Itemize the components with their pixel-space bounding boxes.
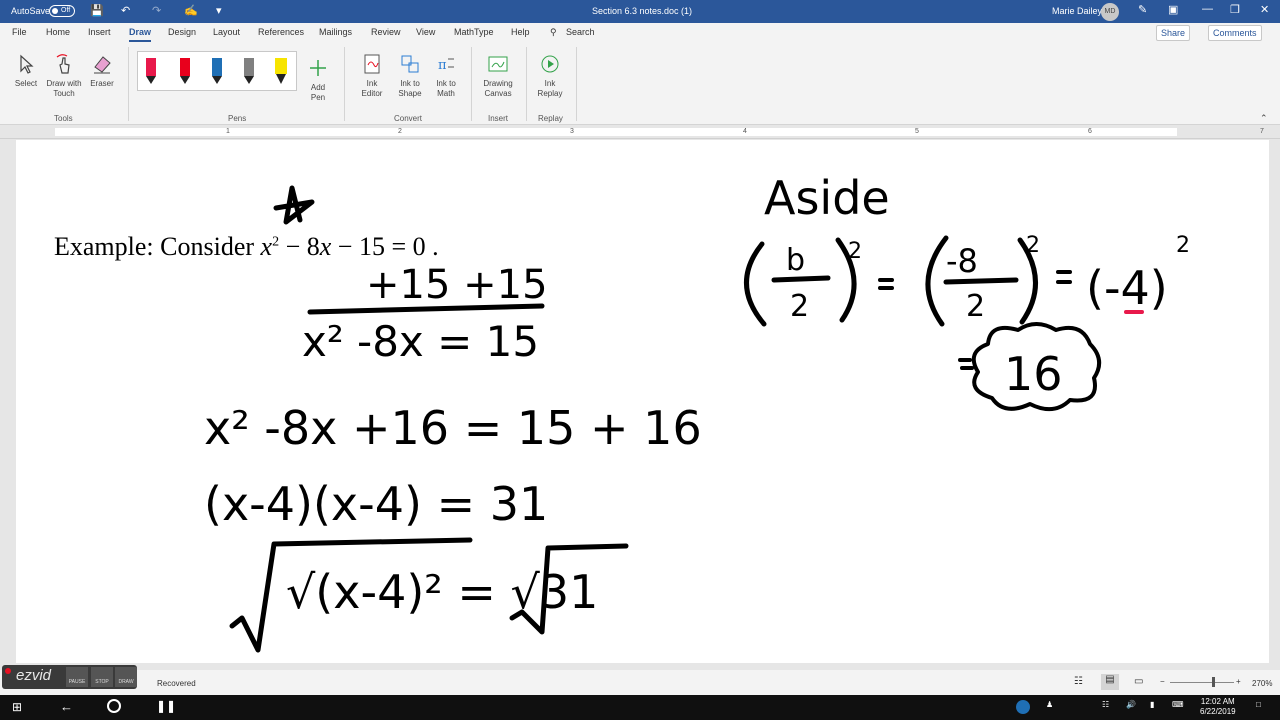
wifi-icon[interactable]: ☷	[1102, 700, 1109, 709]
print-layout-icon[interactable]: ▤	[1101, 674, 1119, 690]
status-bar: Recovered ☷ ▤ ▭ − + 270%	[0, 670, 1280, 695]
cortana-icon[interactable]	[107, 699, 121, 713]
clock[interactable]: 12:02 AM 6/22/2019	[1200, 697, 1236, 717]
ezvid-recorder: ezvid PAUSE STOP DRAW	[2, 665, 137, 689]
battery-icon[interactable]: ▮	[1150, 700, 1154, 709]
paren-left-1	[744, 241, 767, 327]
zoom-out-icon[interactable]: −	[1160, 677, 1165, 686]
paren-left-2	[925, 235, 949, 327]
clock-time: 12:02 AM	[1200, 697, 1235, 706]
ink-step-2: x² -8x = 15	[302, 317, 539, 366]
keyboard-icon[interactable]: ⌨	[1172, 700, 1184, 709]
ink-aside-16: 16	[1004, 347, 1063, 401]
ink-aside: Aside	[764, 171, 890, 225]
ink-step-3: x² -8x +16 = 15 + 16	[204, 401, 702, 455]
ink-step-4: (x-4)(x-4) = 31	[204, 477, 548, 531]
back-icon[interactable]: ←	[60, 699, 73, 714]
ink-aside-exp-3: 2	[1176, 233, 1190, 258]
zoom-slider[interactable]	[1170, 682, 1234, 683]
ink-step-5: √(x-4)² = √31	[286, 565, 598, 619]
record-dot-icon	[5, 668, 11, 674]
ink-aside-exp-2: 2	[1026, 233, 1040, 258]
fraction-line	[307, 303, 545, 315]
read-mode-icon[interactable]: ☷	[1074, 676, 1083, 687]
browser-icon[interactable]	[1016, 700, 1030, 714]
draw-button[interactable]: DRAW	[115, 667, 137, 687]
recovered-status: Recovered	[157, 679, 196, 688]
zoom-level[interactable]: 270%	[1252, 679, 1272, 688]
star-mark	[273, 185, 315, 225]
zoom-slider-thumb[interactable]	[1212, 677, 1215, 687]
ink-aside-2b: 2	[966, 289, 985, 324]
web-layout-icon[interactable]: ▭	[1134, 676, 1143, 687]
equals-2	[1056, 270, 1072, 284]
people-icon[interactable]: ♟	[1046, 700, 1053, 709]
ink-step-1: +15 +15	[366, 262, 548, 308]
pause-button[interactable]: PAUSE	[66, 667, 88, 687]
stop-button[interactable]: STOP	[91, 667, 113, 687]
ink-aside-neg8: -8	[946, 242, 978, 280]
taskbar: ⊞ ← ❚❚ ♟ ☷ 🔊 ▮ ⌨ 12:02 AM 6/22/2019 □	[0, 695, 1280, 720]
aside-frac-2	[943, 277, 1019, 285]
task-view-icon[interactable]: ❚❚	[156, 699, 176, 713]
ink-aside-b: b	[786, 243, 805, 278]
zoom-in-icon[interactable]: +	[1236, 677, 1241, 686]
windows-start-icon[interactable]: ⊞	[12, 700, 22, 714]
ink-aside-neg4: (-4)	[1086, 261, 1168, 315]
ink-layer: +15 +15 x² -8x = 15 x² -8x +16 = 15 + 16…	[204, 171, 1190, 653]
equals-3	[958, 358, 974, 370]
ink-aside-2: 2	[790, 289, 809, 324]
clock-date: 6/22/2019	[1200, 707, 1236, 716]
ezvid-logo: ezvid	[16, 667, 52, 684]
volume-icon[interactable]: 🔊	[1126, 700, 1136, 709]
aside-frac-1	[771, 275, 831, 283]
notifications-icon[interactable]: □	[1256, 700, 1261, 709]
equals-1	[878, 278, 894, 290]
ink-aside-exp-1: 2	[848, 239, 862, 264]
